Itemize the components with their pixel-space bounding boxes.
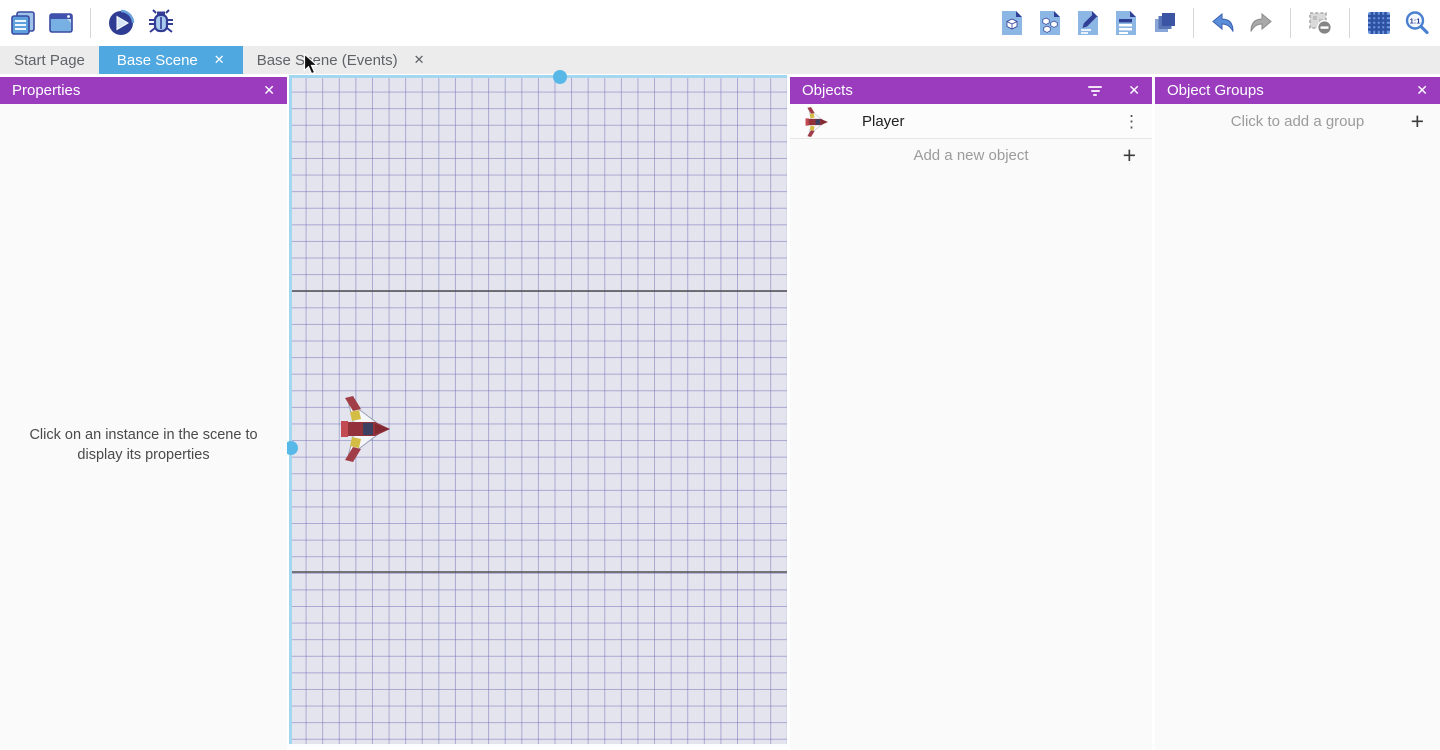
add-object-label: Add a new object bbox=[913, 147, 1028, 164]
tab-label: Base Scene (Events) bbox=[257, 52, 398, 69]
scene-window-border-bottom bbox=[289, 571, 787, 573]
project-manager-icon[interactable] bbox=[10, 10, 36, 36]
close-icon[interactable]: ✕ bbox=[1416, 82, 1428, 99]
close-icon[interactable]: ✕ bbox=[1128, 82, 1140, 99]
scene-editor-canvas[interactable] bbox=[289, 75, 787, 744]
toolbar-divider bbox=[90, 8, 91, 38]
object-groups-panel: Object Groups ✕ Click to add a group + bbox=[1155, 77, 1440, 750]
panel-title: Properties bbox=[12, 82, 80, 99]
tab-start-page[interactable]: Start Page bbox=[0, 46, 99, 74]
properties-editor-icon[interactable] bbox=[1075, 10, 1101, 36]
player-thumbnail bbox=[804, 107, 828, 137]
tab-base-scene[interactable]: Base Scene ✕ bbox=[99, 46, 243, 74]
objects-panel-header: Objects ✕ bbox=[790, 77, 1152, 104]
scene-vscrollbar-track[interactable] bbox=[289, 75, 292, 744]
start-page-icon[interactable] bbox=[48, 10, 74, 36]
tab-close-icon[interactable]: ✕ bbox=[414, 52, 425, 68]
toolbar-divider bbox=[1290, 8, 1291, 38]
scene-hscrollbar-track[interactable] bbox=[289, 75, 787, 78]
panel-title: Objects bbox=[802, 82, 853, 99]
tab-label: Start Page bbox=[14, 52, 85, 69]
redo-icon[interactable] bbox=[1248, 10, 1274, 36]
toolbar-divider bbox=[1193, 8, 1194, 38]
toolbar-divider bbox=[1349, 8, 1350, 38]
plus-icon[interactable]: + bbox=[1411, 110, 1424, 133]
object-list-item-player[interactable]: Player ⋮ bbox=[790, 104, 1152, 139]
filter-icon[interactable] bbox=[1088, 86, 1102, 96]
scene-window-border-top bbox=[289, 290, 787, 292]
undo-icon[interactable] bbox=[1210, 10, 1236, 36]
properties-panel: Properties ✕ Click on an instance in the… bbox=[0, 77, 287, 750]
scene-hscrollbar-thumb[interactable] bbox=[553, 70, 567, 84]
properties-panel-header: Properties ✕ bbox=[0, 77, 287, 104]
tab-close-icon[interactable]: ✕ bbox=[214, 52, 225, 68]
panel-title: Object Groups bbox=[1167, 82, 1264, 99]
add-group-row[interactable]: Click to add a group + bbox=[1155, 104, 1440, 138]
player-instance[interactable] bbox=[338, 396, 390, 462]
close-icon[interactable]: ✕ bbox=[263, 82, 275, 99]
delete-mask-icon[interactable] bbox=[1307, 10, 1333, 36]
svg-text:1:1: 1:1 bbox=[1410, 17, 1421, 26]
editor-tab-bar: Start Page Base Scene ✕ Base Scene (Even… bbox=[0, 46, 1440, 74]
object-name: Player bbox=[862, 113, 905, 130]
zoom-1-1-icon[interactable]: 1:1 bbox=[1404, 10, 1430, 36]
add-group-label: Click to add a group bbox=[1231, 113, 1364, 130]
play-preview-icon[interactable] bbox=[107, 9, 135, 37]
main-toolbar: 1:1 bbox=[0, 0, 1440, 46]
plus-icon[interactable]: + bbox=[1123, 144, 1136, 167]
object-groups-editor-icon[interactable] bbox=[1037, 10, 1063, 36]
add-object-row[interactable]: Add a new object + bbox=[790, 139, 1152, 171]
debug-icon[interactable] bbox=[147, 9, 175, 37]
tab-label: Base Scene bbox=[117, 52, 198, 69]
layers-editor-icon[interactable] bbox=[1151, 10, 1177, 36]
object-groups-panel-header: Object Groups ✕ bbox=[1155, 77, 1440, 104]
objects-panel: Objects ✕ Player ⋮ Add a new object + bbox=[790, 77, 1152, 750]
objects-editor-icon[interactable] bbox=[999, 10, 1025, 36]
tab-base-scene-events[interactable]: Base Scene (Events) ✕ bbox=[243, 46, 439, 74]
toggle-grid-icon[interactable] bbox=[1366, 10, 1392, 36]
kebab-menu-icon[interactable]: ⋮ bbox=[1123, 113, 1140, 130]
properties-hint-text: Click on an instance in the scene to dis… bbox=[0, 425, 287, 465]
instances-list-icon[interactable] bbox=[1113, 10, 1139, 36]
